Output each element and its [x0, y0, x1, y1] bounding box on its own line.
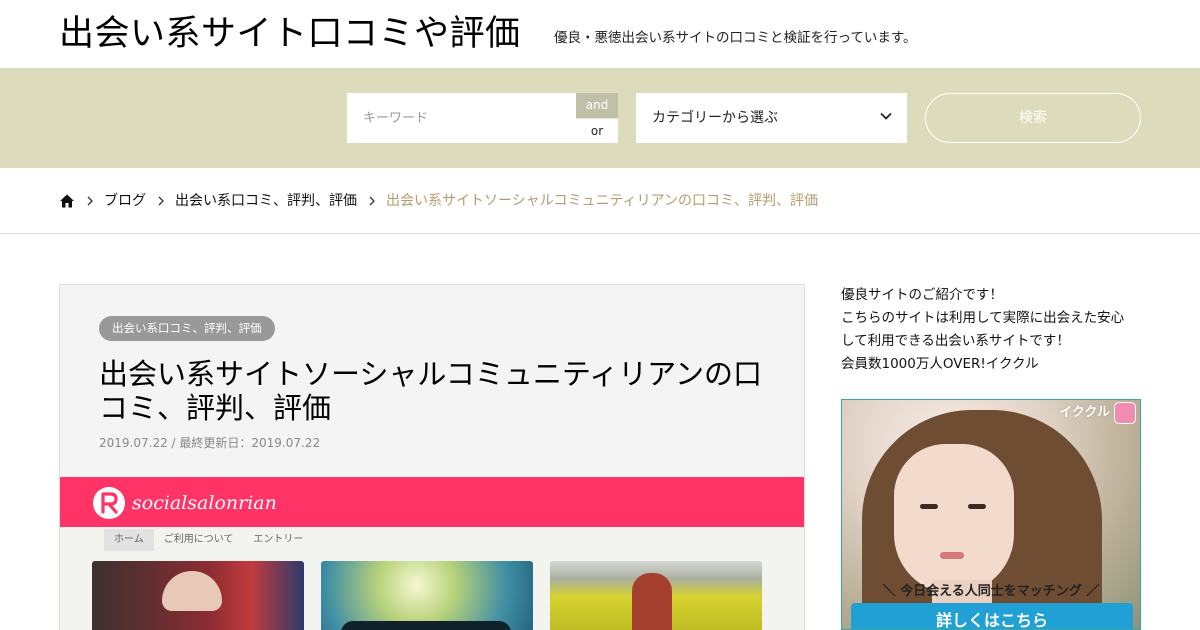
site-title[interactable]: 出会い系サイト口コミや評価: [59, 12, 521, 56]
post-title: 出会い系サイトソーシャルコミュニティリアンの口コミ、評判、評価: [99, 357, 762, 425]
ad-details-button[interactable]: 詳しくはこちら: [851, 603, 1133, 629]
category-badge[interactable]: 出会い系口コミ、評判、評価: [99, 316, 275, 341]
ad-brand-icon: [1114, 402, 1136, 424]
site-header: 出会い系サイト口コミや評価 優良・悪徳出会い系サイトの口コミと検証を行っています…: [0, 0, 1200, 68]
and-option[interactable]: and: [576, 93, 618, 118]
breadcrumb-item-blog[interactable]: ブログ: [104, 192, 146, 210]
keyword-input[interactable]: [347, 93, 576, 143]
ad-brand-name: イククル: [1059, 405, 1110, 420]
sidebar-intro-line: して利用できる出会い系サイトです！: [841, 333, 1070, 349]
breadcrumb-current: 出会い系サイトソーシャルコミュニティリアンの口コミ、評判、評価: [386, 193, 819, 209]
logo-r-icon: [93, 487, 125, 519]
sidebar-intro-line: 会員数1000万人OVER!イククル: [841, 356, 1039, 372]
thumbnail-photo-sky: [321, 561, 533, 630]
thumbnail-photo-couple: [92, 561, 304, 630]
article-card: 出会い系口コミ、評判、評価 出会い系サイトソーシャルコミュニティリアンの口コミ、…: [59, 284, 805, 630]
thumbnail-nav: ホーム ご利用について エントリー: [104, 529, 313, 551]
search-bar: and or カテゴリーから選ぶ 検索: [0, 68, 1200, 168]
sidebar-ad-banner[interactable]: イククル ＼ 今日会える人同士をマッチング ／ 詳しくはこちら: [841, 399, 1141, 630]
thumbnail-nav-home: ホーム: [104, 529, 154, 551]
breadcrumb-item-category[interactable]: 出会い系口コミ、評判、評価: [175, 192, 357, 210]
thumbnail-nav-usage: ご利用について: [163, 534, 234, 545]
ad-caption: ＼ 今日会える人同士をマッチング ／: [882, 584, 1100, 599]
chevron-right-icon: [87, 196, 93, 206]
thumbnail-photo-field: [550, 561, 762, 630]
search-button[interactable]: 検索: [925, 93, 1141, 143]
category-select-value: カテゴリーから選ぶ: [652, 110, 778, 126]
sidebar-intro: 優良サイトのご紹介です！ こちらのサイトは利用して実際に出会えた安心 して利用で…: [841, 284, 1141, 376]
thumbnail-logo-text: socialsalonrian: [132, 492, 277, 514]
or-option[interactable]: or: [576, 118, 618, 143]
thumbnail-header-bar: socialsalonrian: [60, 477, 804, 527]
and-or-toggle: and or: [576, 93, 618, 143]
thumbnail-logo: socialsalonrian: [92, 486, 277, 520]
thumbnail-nav-entry: エントリー: [253, 534, 304, 545]
featured-image: socialsalonrian ホーム ご利用について エントリー: [60, 477, 804, 630]
chevron-right-icon: [369, 196, 375, 206]
sidebar-intro-line: こちらのサイトは利用して実際に出会えた安心: [841, 310, 1125, 326]
category-select[interactable]: カテゴリーから選ぶ: [636, 93, 907, 143]
home-icon[interactable]: [59, 193, 75, 209]
post-date: 2019.07.22 / 最終更新日：2019.07.22: [99, 436, 321, 450]
chevron-down-icon: [880, 112, 892, 120]
ad-photo-face: [894, 444, 1014, 594]
chevron-right-icon: [158, 196, 164, 206]
sidebar-intro-line: 優良サイトのご紹介です！: [841, 287, 1003, 303]
breadcrumb: ブログ 出会い系口コミ、評判、評価 出会い系サイトソーシャルコミュニティリアンの…: [0, 168, 1200, 234]
site-description: 優良・悪徳出会い系サイトの口コミと検証を行っています。: [554, 30, 917, 46]
